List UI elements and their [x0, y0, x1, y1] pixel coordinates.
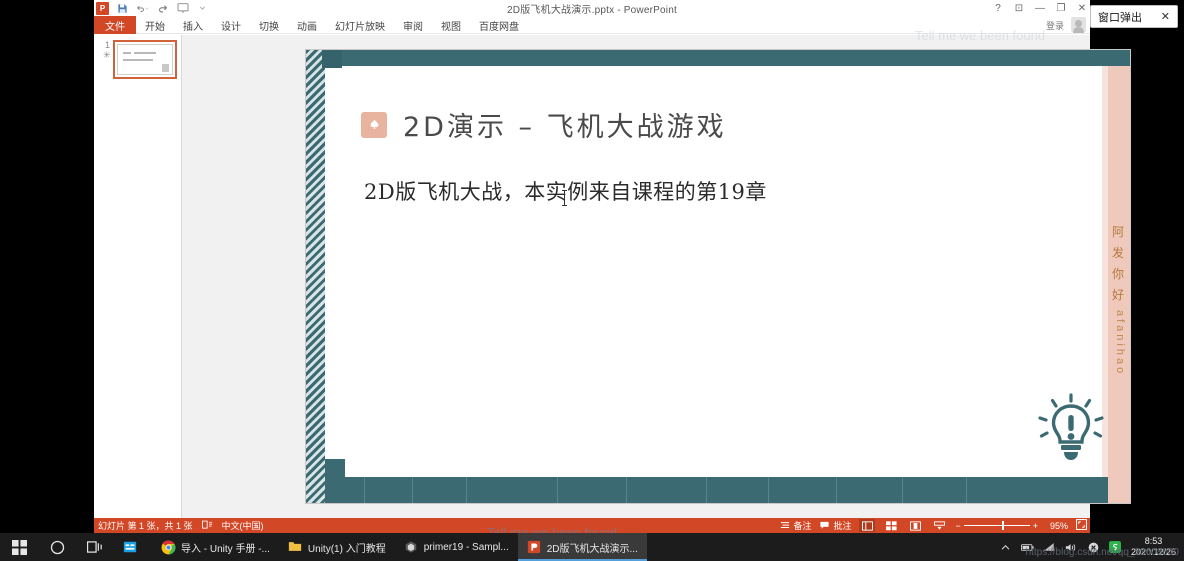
slide-thumbnail-pane[interactable]: 1 ✳	[94, 35, 182, 518]
spade-icon	[361, 111, 387, 138]
store-icon	[123, 540, 137, 554]
thumbnail-index: 1	[104, 40, 110, 50]
fit-to-window-icon[interactable]	[1076, 519, 1087, 532]
slide-title-row[interactable]: 2D演示 – 飞机大战游戏	[361, 105, 727, 144]
tab-view[interactable]: 视图	[432, 16, 470, 34]
signin-link[interactable]: 登录	[1046, 19, 1064, 32]
tab-baidu-netdisk[interactable]: 百度网盘	[470, 16, 528, 34]
status-bar-right[interactable]: 备注 批注 − + 95%	[780, 519, 1090, 532]
slide-canvas[interactable]: 2D演示 – 飞机大战游戏 2D版飞机大战，本实例来自课程的第19章 阿 发 你…	[306, 50, 1130, 503]
comments-button[interactable]: 批注	[819, 519, 851, 532]
status-bar-left: 幻灯片 第 1 张，共 1 张 中文(中国)	[94, 519, 264, 532]
avatar[interactable]	[1071, 17, 1086, 33]
slide-decoration-top-bar	[322, 50, 1130, 66]
zoom-in-button[interactable]: +	[1033, 521, 1038, 531]
watermark-char-4: 好	[1111, 288, 1124, 302]
screen-root: P 2D版飞机大战演示.pptx - PowerPoint ? ⊡ — ❐ ✕ …	[0, 0, 1184, 561]
cortana-search-button[interactable]	[38, 533, 76, 561]
popup-label: 窗口弹出	[1098, 11, 1142, 24]
tab-insert[interactable]: 插入	[174, 16, 212, 34]
clock-time: 8:53	[1144, 536, 1163, 546]
work-area: 1 ✳ 2D演示 – 飞机大战游戏 2D版飞机大战，本实例来自课程的第19章 阿…	[94, 35, 1130, 518]
slide-decoration-bottom-bar	[325, 477, 1130, 503]
powerpoint-window: P 2D版飞机大战演示.pptx - PowerPoint ? ⊡ — ❐ ✕ …	[94, 0, 1130, 533]
close-button[interactable]: ✕	[1076, 3, 1088, 14]
help-button[interactable]: ?	[992, 3, 1004, 14]
lightbulb-exclamation-icon	[1038, 393, 1104, 467]
show-hidden-icons-button[interactable]	[999, 541, 1012, 554]
tab-slideshow[interactable]: 幻灯片放映	[326, 16, 394, 34]
watermark-char-3: 你	[1111, 267, 1124, 281]
taskbar-app-store[interactable]	[114, 533, 152, 561]
taskbar-app-powerpoint-label: 2D版飞机大战演示...	[546, 543, 638, 555]
slide-body-text[interactable]: 2D版飞机大战，本实例来自课程的第19章	[364, 176, 767, 206]
zoom-track[interactable]	[963, 521, 1030, 530]
zoom-slider[interactable]: − +	[955, 521, 1038, 531]
tab-file[interactable]: 文件	[94, 16, 136, 34]
slide-editing-area[interactable]: 2D演示 – 飞机大战游戏 2D版飞机大战，本实例来自课程的第19章 阿 发 你…	[182, 35, 1130, 518]
language-icon[interactable]	[201, 520, 213, 532]
slide-decoration-bottom-left-corner	[325, 459, 345, 477]
slideshow-view-button[interactable]	[931, 519, 947, 532]
taskbar-app-unity[interactable]: primer19 - Sampl...	[395, 533, 518, 561]
slide-decoration-left-corner	[322, 50, 342, 68]
thumbnail-frame[interactable]	[113, 40, 177, 79]
thumbnail-slide-1[interactable]: 1 ✳	[103, 40, 177, 79]
window-popout-dialog[interactable]: 窗口弹出 ✕	[1090, 5, 1178, 28]
taskbar-app-unity-label: primer19 - Sampl...	[423, 541, 509, 553]
start-button[interactable]	[0, 533, 38, 561]
language-label[interactable]: 中文(中国)	[222, 519, 264, 532]
minimize-button[interactable]: —	[1034, 3, 1046, 14]
slide-sorter-view-button[interactable]	[883, 519, 899, 532]
normal-view-button[interactable]	[859, 519, 876, 532]
window-title: 2D版飞机大战演示.pptx - PowerPoint	[507, 5, 677, 16]
slide-vertical-watermark: 阿 发 你 好 afanihao	[1109, 222, 1127, 376]
folder-icon	[288, 540, 302, 554]
thumbnail-preview	[117, 44, 173, 75]
chrome-icon	[161, 540, 176, 555]
url-watermark: https://blog.csdn.net/qq_33608000	[1025, 547, 1179, 558]
page-title[interactable]: 2D演示 – 飞机大战游戏	[403, 105, 727, 144]
taskbar-app-chrome-label: 导入 - Unity 手册 -...	[181, 543, 270, 555]
tab-review[interactable]: 审阅	[394, 16, 432, 34]
tab-transitions[interactable]: 切换	[250, 16, 288, 34]
notes-label: 备注	[793, 521, 812, 531]
unity-icon	[404, 540, 418, 554]
taskbar-app-chrome[interactable]: 导入 - Unity 手册 -...	[152, 533, 279, 561]
thumbnail-number: 1 ✳	[103, 40, 111, 79]
powerpoint-icon	[527, 540, 541, 554]
slide-decoration-left-stripes	[306, 50, 325, 503]
text-cursor	[562, 190, 567, 206]
title-bar: P 2D版飞机大战演示.pptx - PowerPoint ? ⊡ — ❐ ✕	[94, 0, 1090, 16]
watermark-char-1: 阿	[1111, 225, 1124, 239]
windows-taskbar[interactable]: 导入 - Unity 手册 -... Unity(1) 入门教程 primer1…	[0, 533, 1184, 561]
restore-button[interactable]: ❐	[1055, 3, 1067, 14]
task-view-button[interactable]	[76, 533, 114, 561]
reading-view-button[interactable]	[907, 519, 923, 532]
top-watermark-text: Tell me we been found	[915, 28, 1046, 43]
taskbar-left[interactable]: 导入 - Unity 手册 -... Unity(1) 入门教程 primer1…	[0, 533, 647, 561]
ribbon-display-options-button[interactable]: ⊡	[1013, 3, 1025, 14]
notes-button[interactable]: 备注	[780, 519, 811, 532]
zoom-percent-label[interactable]: 95%	[1046, 521, 1068, 531]
tab-home[interactable]: 开始	[136, 16, 174, 34]
window-controls[interactable]: ? ⊡ — ❐ ✕	[992, 0, 1088, 16]
zoom-out-button[interactable]: −	[955, 521, 960, 531]
slide-count-label: 幻灯片 第 1 张，共 1 张	[98, 521, 193, 531]
tab-animations[interactable]: 动画	[288, 16, 326, 34]
taskbar-app-folder-label: Unity(1) 入门教程	[307, 543, 386, 555]
close-icon[interactable]: ✕	[1161, 10, 1170, 23]
thumbnail-animation-marker: ✳	[103, 49, 111, 60]
tab-design[interactable]: 设计	[212, 16, 250, 34]
zoom-thumb[interactable]	[1001, 521, 1004, 530]
comments-label: 批注	[833, 521, 852, 531]
taskbar-app-folder[interactable]: Unity(1) 入门教程	[279, 533, 395, 561]
watermark-cjk: 阿 发 你 好	[1109, 222, 1127, 306]
taskbar-app-powerpoint[interactable]: 2D版飞机大战演示...	[517, 533, 647, 561]
watermark-latin: afanihao	[1114, 310, 1126, 377]
watermark-char-2: 发	[1111, 246, 1124, 260]
